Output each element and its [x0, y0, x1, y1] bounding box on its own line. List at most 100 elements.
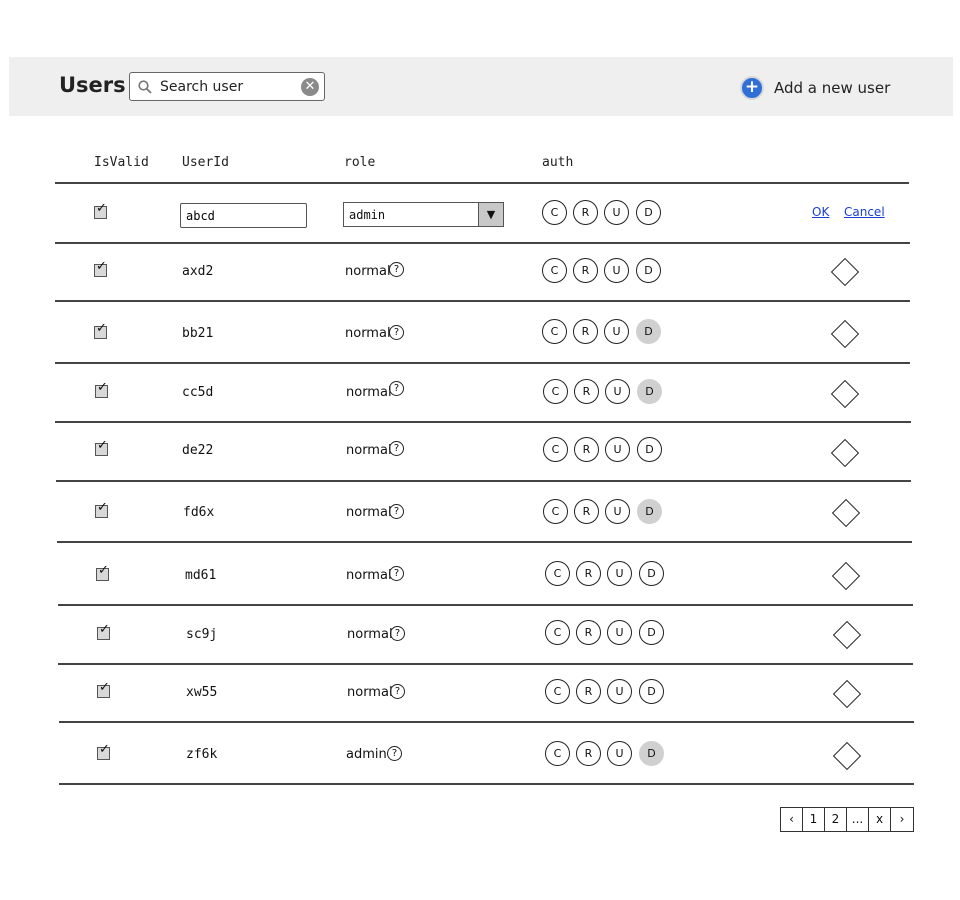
pager-item[interactable]: 1	[803, 808, 825, 831]
ok-link[interactable]: OK	[812, 205, 829, 219]
pager-next-button[interactable]: ›	[891, 808, 913, 831]
userid-cell: sc9j	[186, 627, 218, 642]
auth-delete-toggle[interactable]: D	[639, 679, 664, 704]
isvalid-checkbox[interactable]: ✓	[94, 259, 107, 277]
search-input[interactable]: Search user	[160, 79, 243, 95]
auth-delete-toggle[interactable]: D	[636, 258, 661, 283]
auth-delete-toggle[interactable]: D	[637, 499, 662, 524]
help-icon[interactable]: ?	[389, 325, 404, 340]
help-icon[interactable]: ?	[389, 381, 404, 396]
pager-item[interactable]: x	[869, 808, 891, 831]
auth-read-toggle[interactable]: R	[573, 258, 598, 283]
auth-create-toggle[interactable]: C	[545, 620, 570, 645]
auth-create-toggle[interactable]: C	[542, 319, 567, 344]
plus-icon: +	[740, 76, 764, 100]
auth-read-toggle[interactable]: R	[576, 620, 601, 645]
userid-input[interactable]	[180, 203, 307, 228]
auth-update-toggle[interactable]: U	[605, 437, 630, 462]
auth-create-toggle[interactable]: C	[543, 379, 568, 404]
help-icon[interactable]: ?	[390, 626, 405, 641]
auth-create-toggle[interactable]: C	[543, 499, 568, 524]
auth-delete-toggle[interactable]: D	[639, 561, 664, 586]
auth-read-toggle[interactable]: R	[576, 741, 601, 766]
auth-update-toggle[interactable]: U	[607, 561, 632, 586]
role-cell: normal	[347, 685, 393, 700]
auth-create-toggle[interactable]: C	[545, 561, 570, 586]
auth-delete-toggle[interactable]: D	[639, 741, 664, 766]
isvalid-checkbox[interactable]: ✓	[97, 680, 110, 698]
help-icon[interactable]: ?	[389, 262, 404, 277]
role-cell: normal	[345, 326, 391, 341]
table-divider	[59, 721, 914, 723]
isvalid-checkbox[interactable]: ✓	[94, 201, 107, 219]
help-icon[interactable]: ?	[389, 504, 404, 519]
auth-create-toggle[interactable]: C	[545, 741, 570, 766]
isvalid-checkbox[interactable]: ✓	[97, 622, 110, 640]
diamond-icon[interactable]	[830, 257, 860, 287]
column-header-role: role	[344, 155, 376, 170]
auth-read-toggle[interactable]: R	[574, 379, 599, 404]
diamond-icon[interactable]	[830, 319, 860, 349]
table-divider	[55, 182, 909, 184]
auth-update-toggle[interactable]: U	[604, 200, 629, 225]
auth-update-toggle[interactable]: U	[604, 258, 629, 283]
auth-read-toggle[interactable]: R	[573, 200, 598, 225]
help-icon[interactable]: ?	[389, 566, 404, 581]
diamond-icon[interactable]	[832, 620, 862, 650]
isvalid-checkbox[interactable]: ✓	[95, 500, 108, 518]
pager-item[interactable]: ...	[847, 808, 869, 831]
diamond-icon[interactable]	[830, 379, 860, 409]
auth-create-toggle[interactable]: C	[545, 679, 570, 704]
column-header-isvalid: IsValid	[94, 155, 149, 170]
isvalid-checkbox[interactable]: ✓	[95, 380, 108, 398]
auth-update-toggle[interactable]: U	[605, 379, 630, 404]
isvalid-checkbox[interactable]: ✓	[97, 742, 110, 760]
diamond-icon[interactable]	[832, 679, 862, 709]
auth-update-toggle[interactable]: U	[607, 620, 632, 645]
auth-update-toggle[interactable]: U	[607, 679, 632, 704]
role-cell: admin	[346, 747, 387, 762]
role-select[interactable]: admin ▼	[343, 202, 504, 227]
pager-item[interactable]: 2	[825, 808, 847, 831]
isvalid-checkbox[interactable]: ✓	[95, 438, 108, 456]
table-divider	[55, 242, 910, 244]
isvalid-checkbox[interactable]: ✓	[96, 563, 109, 581]
auth-update-toggle[interactable]: U	[607, 741, 632, 766]
clear-icon[interactable]: ✕	[301, 78, 319, 96]
auth-delete-toggle[interactable]: D	[637, 437, 662, 462]
table-divider	[58, 663, 913, 665]
auth-delete-toggle[interactable]: D	[639, 620, 664, 645]
auth-update-toggle[interactable]: U	[605, 499, 630, 524]
auth-create-toggle[interactable]: C	[543, 437, 568, 462]
table-divider	[56, 480, 911, 482]
help-icon[interactable]: ?	[387, 746, 402, 761]
auth-delete-toggle[interactable]: D	[636, 200, 661, 225]
search-box[interactable]: Search user ✕	[129, 72, 325, 101]
diamond-icon[interactable]	[830, 438, 860, 468]
table-divider	[57, 541, 912, 543]
auth-read-toggle[interactable]: R	[573, 319, 598, 344]
pager-prev-button[interactable]: ‹	[781, 808, 803, 831]
help-icon[interactable]: ?	[389, 441, 404, 456]
diamond-icon[interactable]	[831, 561, 861, 591]
userid-cell: fd6x	[183, 505, 215, 520]
cancel-link[interactable]: Cancel	[844, 205, 885, 219]
auth-delete-toggle[interactable]: D	[636, 319, 661, 344]
userid-cell: md61	[185, 568, 217, 583]
diamond-icon[interactable]	[831, 498, 861, 528]
auth-delete-toggle[interactable]: D	[637, 379, 662, 404]
role-cell: normal	[347, 627, 393, 642]
auth-read-toggle[interactable]: R	[576, 561, 601, 586]
auth-update-toggle[interactable]: U	[604, 319, 629, 344]
auth-read-toggle[interactable]: R	[576, 679, 601, 704]
auth-read-toggle[interactable]: R	[574, 437, 599, 462]
isvalid-checkbox[interactable]: ✓	[94, 321, 107, 339]
dropdown-arrow-icon[interactable]: ▼	[478, 203, 503, 226]
column-header-auth: auth	[542, 155, 574, 170]
auth-create-toggle[interactable]: C	[542, 200, 567, 225]
auth-create-toggle[interactable]: C	[542, 258, 567, 283]
auth-read-toggle[interactable]: R	[574, 499, 599, 524]
help-icon[interactable]: ?	[390, 684, 405, 699]
userid-cell: zf6k	[186, 747, 218, 762]
diamond-icon[interactable]	[832, 741, 862, 771]
